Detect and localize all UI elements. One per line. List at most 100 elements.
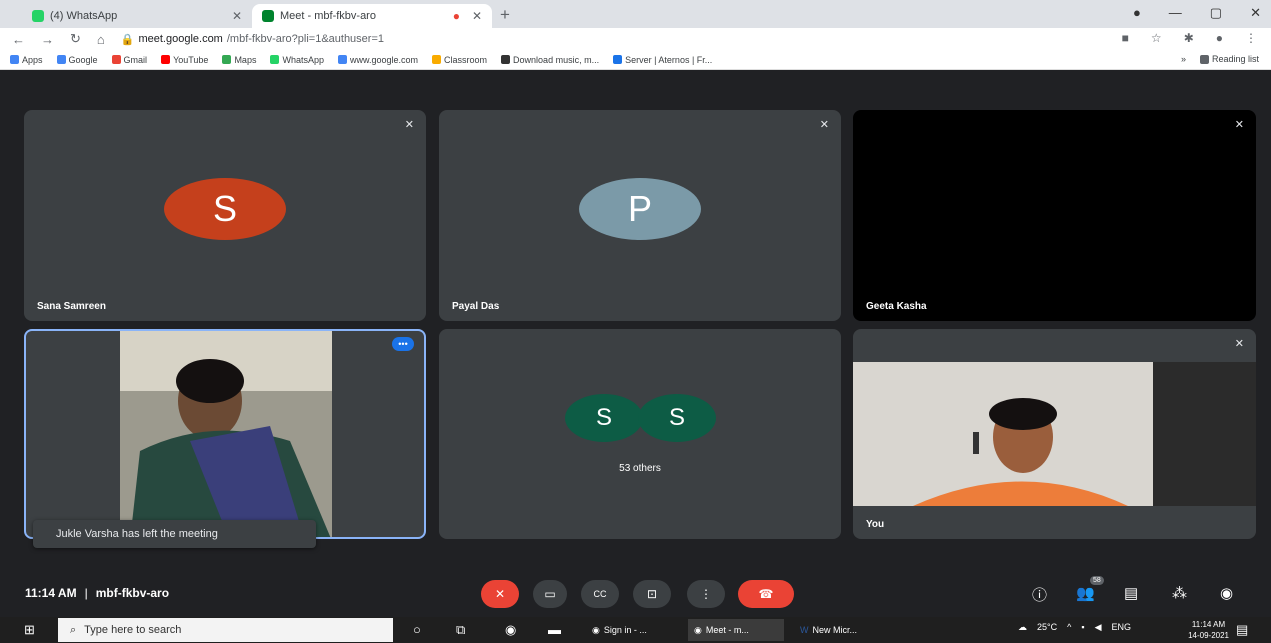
bookmark-google[interactable]: Google xyxy=(56,55,98,65)
star-icon[interactable]: ☆ xyxy=(1151,31,1162,45)
participant-name: Sana Samreen xyxy=(37,301,106,312)
others-count: 53 others xyxy=(619,463,661,474)
meeting-info: 11:14 AM | mbf-fkbv-aro xyxy=(25,586,169,600)
people-icon: 👥 xyxy=(1076,585,1095,602)
people-button[interactable]: 👥 58 xyxy=(1076,576,1104,602)
bookmark-download-music[interactable]: Download music, m... xyxy=(501,55,599,65)
forward-icon[interactable]: → xyxy=(41,32,54,47)
reading-list-button[interactable]: Reading list xyxy=(1199,54,1259,64)
server-icon xyxy=(613,55,623,64)
toolbar-right: ■ ☆ ✱ ● ⋮ xyxy=(1122,31,1257,45)
present-icon: ⊡ xyxy=(646,587,658,601)
bookmark-classroom[interactable]: Classroom xyxy=(432,55,487,65)
bookmark-maps[interactable]: Maps xyxy=(222,55,256,65)
tab-whatsapp[interactable]: (4) WhatsApp ✕ xyxy=(22,4,252,28)
minimize-button[interactable]: — xyxy=(1169,5,1182,21)
window-controls: ● — ▢ ✕ xyxy=(1133,5,1261,21)
meeting-details-button[interactable]: ⓘ xyxy=(1032,584,1047,605)
profile-icon[interactable]: ● xyxy=(1133,5,1141,21)
close-window-button[interactable]: ✕ xyxy=(1250,5,1261,21)
whatsapp-icon xyxy=(270,55,280,64)
home-icon[interactable]: ⌂ xyxy=(97,32,105,47)
notifications-icon[interactable]: ▤ xyxy=(1236,622,1248,638)
task-view-icon[interactable]: ⧉ xyxy=(456,622,465,638)
present-button[interactable]: ⊡ xyxy=(633,580,671,608)
word-icon: W xyxy=(800,625,809,635)
google-icon xyxy=(337,55,347,64)
camera-icon: ▭ xyxy=(544,587,556,601)
clock-time: 11:14 AM xyxy=(1191,620,1226,629)
avatar: P xyxy=(579,178,701,240)
participant-name: You xyxy=(866,519,885,530)
chevron-up-icon[interactable]: ^ xyxy=(1067,622,1071,633)
close-icon[interactable]: ✕ xyxy=(232,9,242,23)
back-icon[interactable]: ← xyxy=(12,32,25,47)
self-tile[interactable]: ✕ You xyxy=(853,329,1256,539)
clock[interactable]: 11:14 AM 14-09-2021 xyxy=(1188,619,1229,641)
mic-off-icon: ✕ xyxy=(1234,119,1244,131)
self-video-image xyxy=(853,362,1256,506)
participant-tile[interactable]: ✕ P Payal Das xyxy=(439,110,841,321)
chat-button[interactable]: ▤ xyxy=(1124,584,1138,602)
apps-icon xyxy=(10,55,19,64)
lock-icon: 🔒 xyxy=(120,33,135,46)
url-field[interactable]: 🔒 meet.google.com/mbf-fkbv-aro?pli=1&aut… xyxy=(121,33,384,46)
taskbar-app-word[interactable]: W New Micr... xyxy=(794,619,890,641)
camera-toggle-button[interactable]: ▭ xyxy=(533,580,567,608)
host-controls-button[interactable]: ◉ xyxy=(1220,584,1233,602)
taskbar-search[interactable]: ⌕ Type here to search xyxy=(58,618,393,642)
weather-temp[interactable]: 25°C xyxy=(1037,622,1057,633)
leave-call-button[interactable]: ☎ xyxy=(738,580,794,608)
meet-icon xyxy=(262,10,274,22)
participant-tile[interactable]: ✕ S Sana Samreen xyxy=(24,110,426,321)
tab-meet[interactable]: Meet - mbf-fkbv-aro ● ✕ xyxy=(252,4,492,28)
participant-video xyxy=(120,331,332,537)
taskbar-app-chrome-signin[interactable]: ◉ Sign in - ... xyxy=(586,619,682,641)
more-bookmarks-icon[interactable]: » xyxy=(1181,54,1186,64)
bookmark-apps[interactable]: Apps xyxy=(10,55,43,65)
camera-icon[interactable]: ■ xyxy=(1122,31,1129,45)
music-icon xyxy=(501,55,511,64)
bookmark-google-com[interactable]: www.google.com xyxy=(337,55,418,65)
menu-icon[interactable]: ⋮ xyxy=(1245,31,1257,45)
reading-list-icon xyxy=(1199,54,1209,64)
participant-tile-active[interactable]: ••• xyxy=(24,329,426,539)
volume-icon[interactable]: ◀ xyxy=(1095,622,1102,633)
chrome-icon: ◉ xyxy=(592,624,600,635)
restore-button[interactable]: ▢ xyxy=(1210,5,1222,21)
cortana-icon[interactable]: ○ xyxy=(413,622,421,637)
activities-button[interactable]: ⁂ xyxy=(1172,584,1187,602)
others-tile[interactable]: S S 53 others xyxy=(439,329,841,539)
taskbar-app-chrome-meet[interactable]: ◉ Meet - m... xyxy=(688,619,784,641)
extensions-icon[interactable]: ✱ xyxy=(1184,31,1194,45)
avatar[interactable]: ● xyxy=(1216,31,1223,45)
bookmarks-right: » Reading list xyxy=(1181,54,1259,64)
participant-tile[interactable]: ✕ Geeta Kasha xyxy=(853,110,1256,321)
hang-up-icon: ☎ xyxy=(758,587,774,601)
url-path: /mbf-fkbv-aro?pli=1&authuser=1 xyxy=(226,32,385,45)
captions-button[interactable]: CC xyxy=(581,580,619,608)
mic-off-icon: ✕ xyxy=(1234,338,1244,350)
avatar: S xyxy=(164,178,286,240)
reload-icon[interactable]: ↻ xyxy=(70,31,81,47)
bookmark-youtube[interactable]: YouTube xyxy=(161,55,208,65)
bookmark-gmail[interactable]: Gmail xyxy=(111,55,147,65)
chat-icon: ▤ xyxy=(1124,585,1139,602)
avatar: S xyxy=(565,394,643,442)
file-explorer-icon[interactable]: ▬ xyxy=(548,622,561,637)
network-icon[interactable]: ▪ xyxy=(1081,622,1084,633)
mic-toggle-button[interactable]: ✕ xyxy=(481,580,519,608)
close-icon[interactable]: ✕ xyxy=(472,9,482,23)
bookmark-aternos[interactable]: Server | Aternos | Fr... xyxy=(613,55,712,65)
chrome-icon[interactable]: ◉ xyxy=(505,622,516,638)
search-placeholder: Type here to search xyxy=(84,624,182,636)
classroom-icon xyxy=(432,55,442,64)
bookmark-whatsapp[interactable]: WhatsApp xyxy=(270,55,324,65)
participant-name: Geeta Kasha xyxy=(866,301,927,312)
new-tab-button[interactable]: + xyxy=(500,5,510,25)
lang[interactable]: ENG xyxy=(1111,622,1131,633)
captions-icon: CC xyxy=(593,589,607,599)
more-options-button[interactable]: ⋮ xyxy=(687,580,725,608)
tab-label: (4) WhatsApp xyxy=(50,10,118,22)
windows-start-icon[interactable]: ⊞ xyxy=(24,622,35,638)
